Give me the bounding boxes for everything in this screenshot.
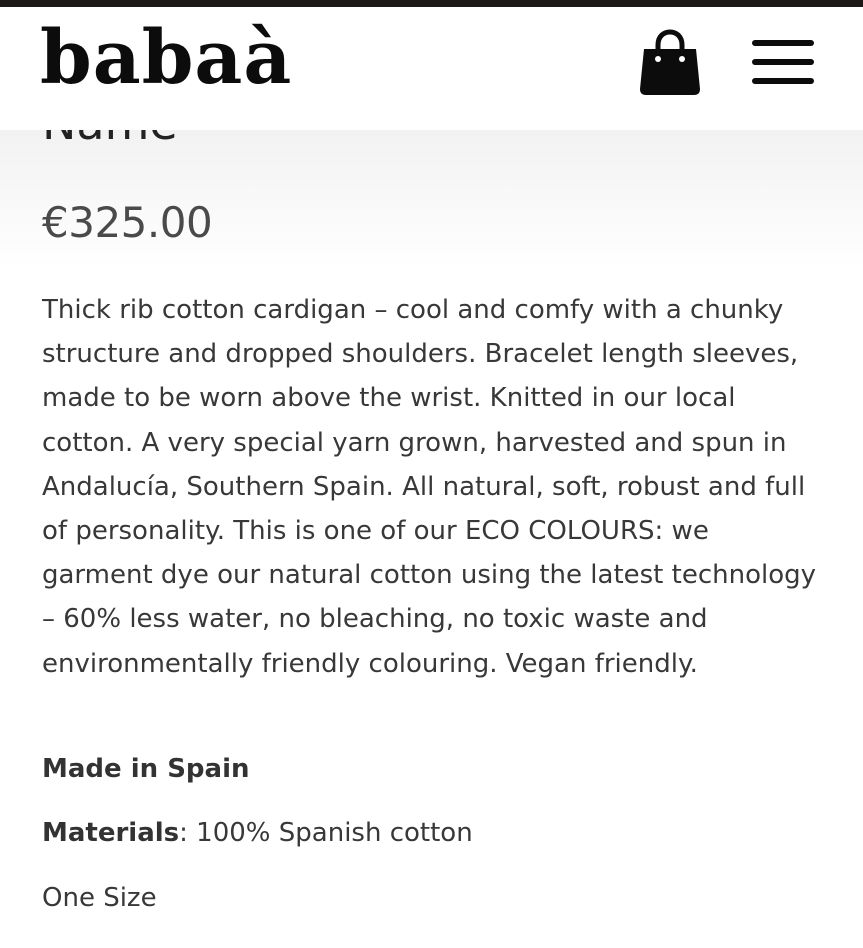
product-title: Name bbox=[42, 130, 242, 140]
brand-logo[interactable]: babaà bbox=[40, 21, 292, 95]
site-header: babaà bbox=[0, 7, 863, 130]
shopping-bag-icon bbox=[640, 29, 700, 95]
materials-label: Materials bbox=[42, 818, 180, 848]
product-size: One Size bbox=[42, 883, 157, 913]
product-price: €325.00 bbox=[42, 198, 213, 247]
top-strip bbox=[0, 0, 863, 7]
shopping-bag-button[interactable] bbox=[638, 29, 702, 97]
materials-value: : 100% Spanish cotton bbox=[179, 818, 473, 848]
hamburger-menu-icon bbox=[752, 40, 814, 46]
materials-line: Materials: 100% Spanish cotton bbox=[42, 818, 473, 848]
made-in-label: Made in Spain bbox=[42, 754, 250, 784]
product-description: Thick rib cotton cardigan – cool and com… bbox=[42, 295, 817, 679]
hamburger-menu-button[interactable] bbox=[752, 40, 818, 90]
product-title-text: Name bbox=[42, 130, 178, 140]
